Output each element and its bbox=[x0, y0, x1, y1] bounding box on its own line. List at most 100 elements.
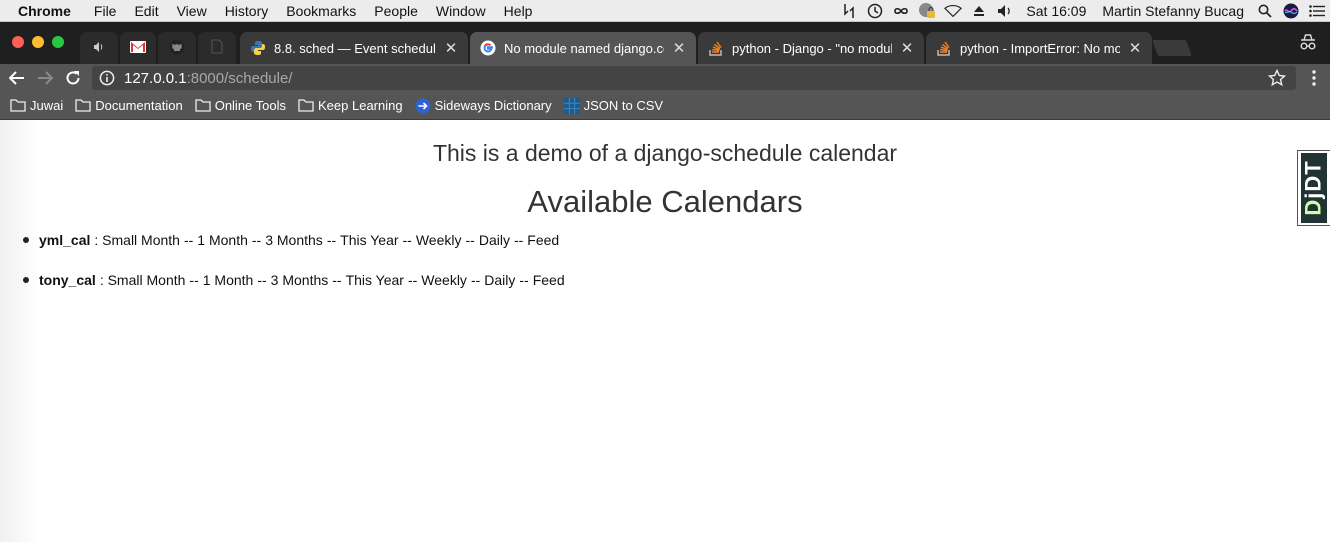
link-daily[interactable]: Daily bbox=[479, 232, 510, 248]
menubar-status-area: Sat 16:09 Martin Stefanny Bucag bbox=[836, 0, 1330, 22]
macos-menu-bar: Chrome File Edit View History Bookmarks … bbox=[0, 0, 1330, 22]
tab-importerror-no-module[interactable]: python - ImportError: No modu ✕ bbox=[926, 32, 1152, 64]
bookmark-keep-learning[interactable]: Keep Learning bbox=[298, 98, 403, 113]
link-separator: -- bbox=[189, 272, 199, 288]
djdt-label: DjDT bbox=[1301, 160, 1326, 216]
menu-view[interactable]: View bbox=[168, 3, 216, 19]
link-this-year[interactable]: This Year bbox=[346, 272, 404, 288]
link-separator: -- bbox=[519, 272, 529, 288]
incognito-icon[interactable] bbox=[1298, 32, 1318, 52]
menubar-user-name[interactable]: Martin Stefanny Bucag bbox=[1094, 3, 1252, 19]
pinned-tab-gmail[interactable] bbox=[120, 32, 156, 64]
link-small-month[interactable]: Small Month bbox=[102, 232, 180, 248]
folder-icon bbox=[195, 99, 211, 113]
pinned-tab-github[interactable] bbox=[158, 32, 196, 64]
bookmark-star-icon[interactable] bbox=[1267, 68, 1287, 87]
menu-people[interactable]: People bbox=[365, 3, 427, 19]
tab-close-icon[interactable]: ✕ bbox=[900, 39, 914, 57]
tab-title: python - ImportError: No modu bbox=[960, 40, 1120, 56]
chrome-menu-icon[interactable] bbox=[1312, 69, 1316, 87]
wifi-icon[interactable] bbox=[944, 0, 963, 22]
eject-icon[interactable] bbox=[970, 0, 988, 22]
page-subtitle: This is a demo of a django-schedule cale… bbox=[432, 140, 898, 166]
network-activity-icon[interactable] bbox=[840, 0, 858, 22]
menu-app-chrome[interactable]: Chrome bbox=[14, 3, 85, 19]
link-daily[interactable]: Daily bbox=[484, 272, 515, 288]
reload-icon bbox=[66, 71, 80, 85]
link-small-month[interactable]: Small Month bbox=[108, 272, 186, 288]
window-zoom-button[interactable] bbox=[52, 36, 64, 48]
folder-icon bbox=[298, 99, 314, 113]
bookmark-label: Sideways Dictionary bbox=[434, 98, 552, 113]
site-info-icon[interactable] bbox=[98, 69, 116, 87]
bookmark-label: JSON to CSV bbox=[583, 98, 664, 113]
window-minimize-button[interactable] bbox=[32, 36, 44, 48]
calendar-name: tony_cal bbox=[39, 272, 96, 288]
link-this-year[interactable]: This Year bbox=[340, 232, 398, 248]
gmail-icon bbox=[130, 40, 146, 56]
tab-no-module-named-django[interactable]: No module named django.core ✕ bbox=[470, 32, 696, 64]
bookmark-label: Juwai bbox=[30, 98, 64, 113]
bookmark-documentation[interactable]: Documentation bbox=[75, 98, 183, 113]
bookmark-juwai[interactable]: Juwai bbox=[10, 98, 63, 113]
pinned-tab-audio[interactable] bbox=[80, 32, 118, 64]
calendar-name-separator: : bbox=[99, 272, 108, 288]
pinned-tab-document[interactable] bbox=[198, 32, 236, 64]
stackoverflow-icon bbox=[936, 40, 952, 56]
link-separator: -- bbox=[470, 272, 481, 288]
link-separator: -- bbox=[402, 232, 412, 248]
page-content: This is a demo of a django-schedule cale… bbox=[0, 120, 1330, 542]
menubar-clock[interactable]: Sat 16:09 bbox=[1018, 3, 1094, 19]
address-url[interactable]: 127.0.0.1:8000/schedule/ bbox=[124, 70, 292, 87]
menu-help[interactable]: Help bbox=[495, 3, 542, 19]
bookmark-label: Documentation bbox=[95, 98, 183, 113]
speaker-icon bbox=[93, 41, 105, 56]
window-close-button[interactable] bbox=[12, 36, 24, 48]
new-tab-button[interactable] bbox=[1152, 40, 1192, 56]
link-1-month[interactable]: 1 Month bbox=[203, 272, 254, 288]
tab-close-icon[interactable]: ✕ bbox=[672, 39, 686, 57]
menu-edit[interactable]: Edit bbox=[125, 3, 167, 19]
vpn-lock-icon[interactable] bbox=[918, 0, 936, 22]
tab-django-no-module[interactable]: python - Django - "no module ✕ bbox=[698, 32, 924, 64]
time-machine-icon[interactable] bbox=[866, 0, 884, 22]
forward-button[interactable] bbox=[34, 67, 56, 89]
bookmark-online-tools[interactable]: Online Tools bbox=[195, 98, 286, 113]
notification-center-icon[interactable] bbox=[1308, 0, 1326, 22]
calendar-item: yml_cal : Small Month -- 1 Month -- 3 Mo… bbox=[23, 230, 565, 250]
menu-history[interactable]: History bbox=[216, 3, 278, 19]
link-3-months[interactable]: 3 Months bbox=[265, 232, 323, 248]
link-3-months[interactable]: 3 Months bbox=[271, 272, 329, 288]
link-weekly[interactable]: Weekly bbox=[416, 232, 462, 248]
link-weekly[interactable]: Weekly bbox=[421, 272, 467, 288]
calendar-list: yml_cal : Small Month -- 1 Month -- 3 Mo… bbox=[23, 230, 565, 310]
folder-icon bbox=[75, 99, 91, 113]
menu-window[interactable]: Window bbox=[427, 3, 495, 19]
tab-close-icon[interactable]: ✕ bbox=[444, 39, 458, 57]
link-feed[interactable]: Feed bbox=[533, 272, 565, 288]
bookmark-json-to-csv[interactable]: JSON to CSV bbox=[563, 97, 664, 114]
django-debug-toolbar-handle[interactable]: DjDT bbox=[1297, 150, 1330, 226]
address-bar[interactable]: 127.0.0.1:8000/schedule/ bbox=[92, 66, 1296, 90]
volume-icon[interactable] bbox=[996, 0, 1014, 22]
spotlight-search-icon[interactable] bbox=[1256, 0, 1274, 22]
siri-icon[interactable] bbox=[1282, 0, 1300, 22]
menu-file[interactable]: File bbox=[85, 3, 126, 19]
tab-close-icon[interactable]: ✕ bbox=[1128, 39, 1142, 57]
list-bullet bbox=[23, 277, 29, 283]
reload-button[interactable] bbox=[62, 67, 84, 89]
github-icon bbox=[169, 39, 185, 58]
grid-icon bbox=[563, 97, 580, 114]
tab-sched-event-scheduler[interactable]: 8.8. sched — Event scheduler ✕ bbox=[240, 32, 468, 64]
link-1-month[interactable]: 1 Month bbox=[197, 232, 248, 248]
link-separator: -- bbox=[326, 232, 337, 248]
back-button[interactable] bbox=[6, 67, 28, 89]
menu-bookmarks[interactable]: Bookmarks bbox=[277, 3, 365, 19]
link-feed[interactable]: Feed bbox=[527, 232, 559, 248]
tab-strip: 8.8. sched — Event scheduler ✕ No module… bbox=[0, 22, 1330, 64]
infinity-icon[interactable] bbox=[892, 0, 910, 22]
bookmark-label: Keep Learning bbox=[318, 98, 403, 113]
tab-title: No module named django.core bbox=[504, 40, 664, 56]
bookmark-sideways-dictionary[interactable]: Sideways Dictionary bbox=[415, 98, 552, 113]
link-separator: -- bbox=[183, 232, 194, 248]
